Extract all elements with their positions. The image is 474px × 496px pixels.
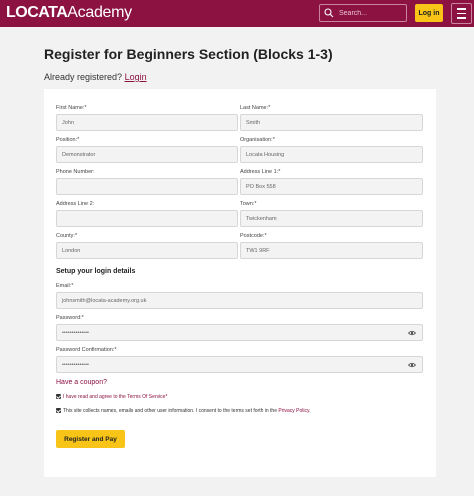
county-field[interactable]: London — [56, 242, 238, 259]
address-line-2-field[interactable] — [56, 210, 238, 227]
password-value: •••••••••••••• — [62, 329, 89, 336]
address-line-1-label: Address Line 1:* — [240, 169, 281, 175]
position-label: Position:* — [56, 137, 80, 143]
show-password-eye-icon[interactable] — [408, 330, 416, 336]
consent-statement: This site collects names, emails and oth… — [63, 408, 277, 414]
first-name-field[interactable]: John — [56, 114, 238, 131]
login-link[interactable]: Login — [125, 72, 147, 82]
search-icon — [324, 8, 334, 18]
password-confirmation-field[interactable]: •••••••••••••• — [56, 356, 423, 373]
phone-field[interactable] — [56, 178, 238, 195]
login-details-heading: Setup your login details — [56, 268, 136, 275]
show-password-confirmation-eye-icon[interactable] — [408, 362, 416, 368]
locata-academy-logo[interactable]: LOCATA Academy — [6, 4, 132, 24]
consent-checkbox[interactable] — [56, 408, 61, 413]
register-and-pay-button[interactable]: Register and Pay — [56, 430, 125, 448]
email-field[interactable]: johnsmith@locata-academy.org.uk — [56, 292, 423, 309]
email-label: Email:* — [56, 283, 74, 289]
postcode-field[interactable]: TW1 9RF — [240, 242, 423, 259]
address-line-2-label: Address Line 2: — [56, 201, 95, 207]
consent-text: This site collects names, emails and oth… — [63, 408, 311, 414]
town-label: Town:* — [240, 201, 257, 207]
terms-checkbox[interactable] — [56, 394, 61, 399]
privacy-policy-link[interactable]: Privacy Policy. — [278, 408, 310, 414]
have-coupon-link[interactable]: Have a coupon? — [56, 379, 107, 386]
search-input[interactable] — [339, 9, 403, 17]
password-confirmation-label: Password Confirmation:* — [56, 347, 117, 353]
address-line-1-field[interactable]: PO Box 558 — [240, 178, 423, 195]
top-navigation-bar: LOCATAAcademy Log in — [0, 0, 474, 27]
terms-of-service-text[interactable]: I have read and agree to the Terms Of Se… — [63, 394, 167, 400]
header-login-button[interactable]: Log in — [415, 4, 443, 22]
password-label: Password:* — [56, 315, 84, 321]
postcode-label: Postcode:* — [240, 233, 267, 239]
organisation-field[interactable]: Locata Housing — [240, 146, 423, 163]
logo-light-text: Academy — [67, 4, 132, 21]
phone-label: Phone Number: — [56, 169, 95, 175]
town-field[interactable]: Twickenham — [240, 210, 423, 227]
already-registered-label: Already registered? — [44, 72, 123, 82]
page-title: Register for Beginners Section (Blocks 1… — [44, 46, 333, 62]
last-name-label: Last Name:* — [240, 105, 271, 111]
county-label: County:* — [56, 233, 78, 239]
hamburger-menu-icon[interactable] — [451, 3, 472, 24]
password-confirmation-value: •••••••••••••• — [62, 361, 89, 368]
organisation-label: Organisation:* — [240, 137, 275, 143]
logo-bold-text: LOCATA — [6, 4, 68, 21]
last-name-field[interactable]: Smith — [240, 114, 423, 131]
password-field[interactable]: •••••••••••••• — [56, 324, 423, 341]
first-name-label: First Name:* — [56, 105, 87, 111]
search-box[interactable] — [319, 4, 407, 22]
position-field[interactable]: Demonstrator — [56, 146, 238, 163]
already-registered-text: Already registered? Login — [44, 72, 147, 82]
